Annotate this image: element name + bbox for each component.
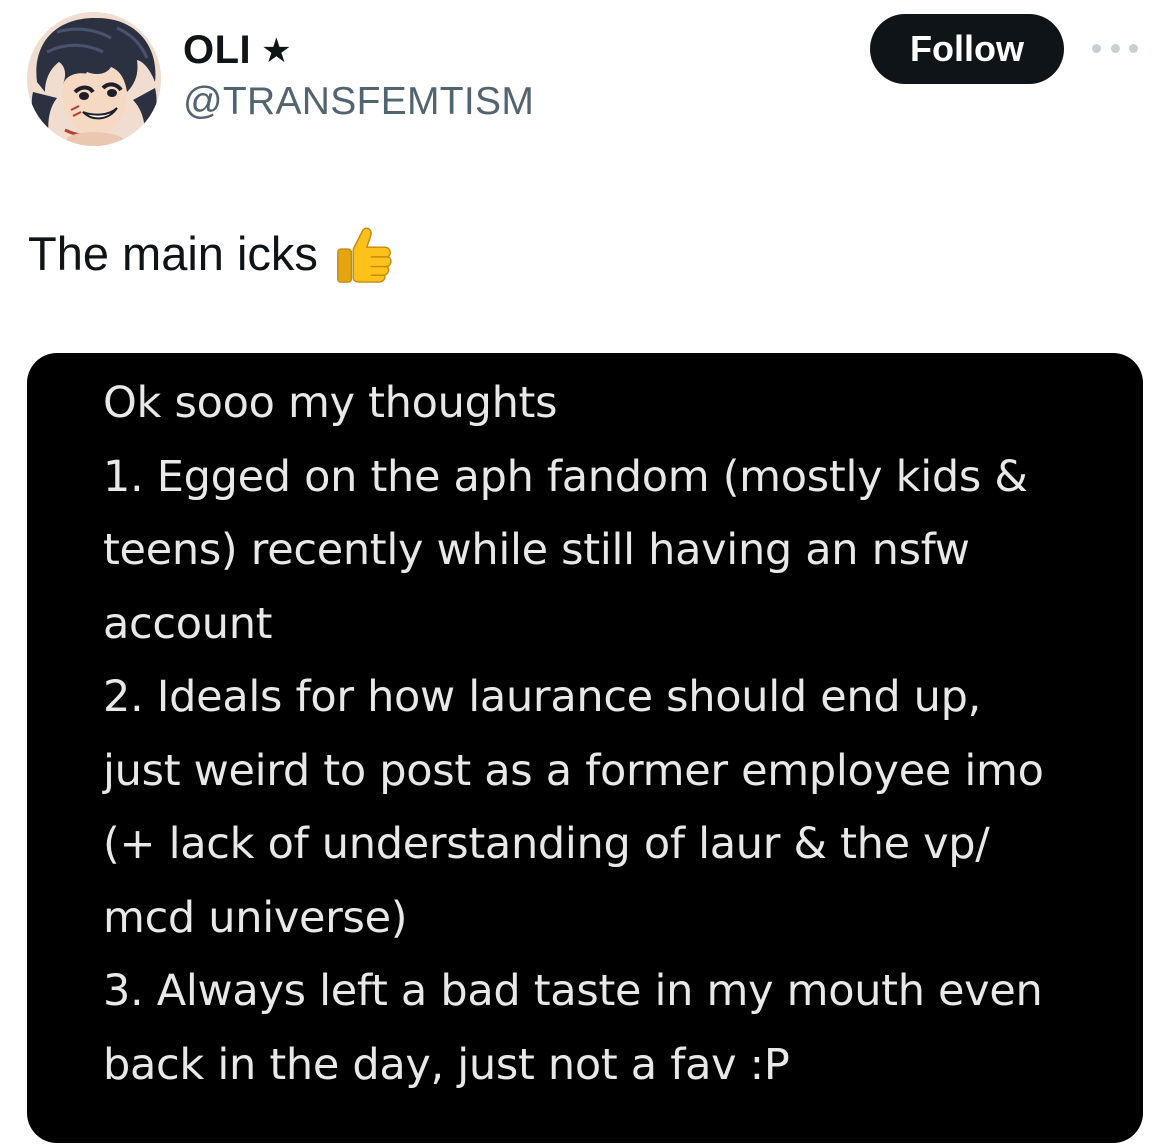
display-name-text: OLI <box>183 28 252 72</box>
note-line: back in the day, just not a fav :P <box>103 1039 790 1090</box>
note-line: account <box>103 598 273 649</box>
note-text: Ok sooo my thoughts 1. Egged on the aph … <box>103 367 1113 1102</box>
user-handle[interactable]: @TRANSFEMTISM <box>183 80 534 124</box>
note-line: 1. Egged on the aph fandom (mostly kids … <box>103 451 1028 502</box>
note-line: just weird to post as a former employee … <box>103 745 1044 796</box>
avatar[interactable] <box>27 12 161 146</box>
media-image[interactable]: Ok sooo my thoughts 1. Egged on the aph … <box>27 353 1143 1143</box>
more-dot <box>1092 43 1101 53</box>
tweet-page: OLI ★ @TRANSFEMTISM Follow The main icks… <box>0 0 1170 1144</box>
note-line: 2. Ideals for how laurance should end up… <box>103 672 981 722</box>
note-line: 3. Always left a bad taste in my mouth e… <box>103 966 1043 1016</box>
star-icon: ★ <box>261 30 293 71</box>
tweet-text: The main icks <box>28 222 394 284</box>
display-name[interactable]: OLI ★ <box>183 28 292 73</box>
more-dot <box>1110 43 1120 53</box>
tweet-text-content: The main icks <box>28 226 318 280</box>
note-line: teens) recently while still having an ns… <box>103 525 970 575</box>
note-line: (+ lack of understanding of laur & the v… <box>103 819 990 869</box>
note-line: Ok sooo my thoughts <box>103 378 558 428</box>
avatar-illustration <box>27 12 161 146</box>
follow-button[interactable]: Follow <box>870 14 1064 84</box>
thumbs-up-icon <box>332 222 394 284</box>
more-dot <box>1129 43 1138 53</box>
more-horizontal-icon[interactable] <box>1092 36 1138 60</box>
note-line: mcd universe) <box>103 892 408 943</box>
